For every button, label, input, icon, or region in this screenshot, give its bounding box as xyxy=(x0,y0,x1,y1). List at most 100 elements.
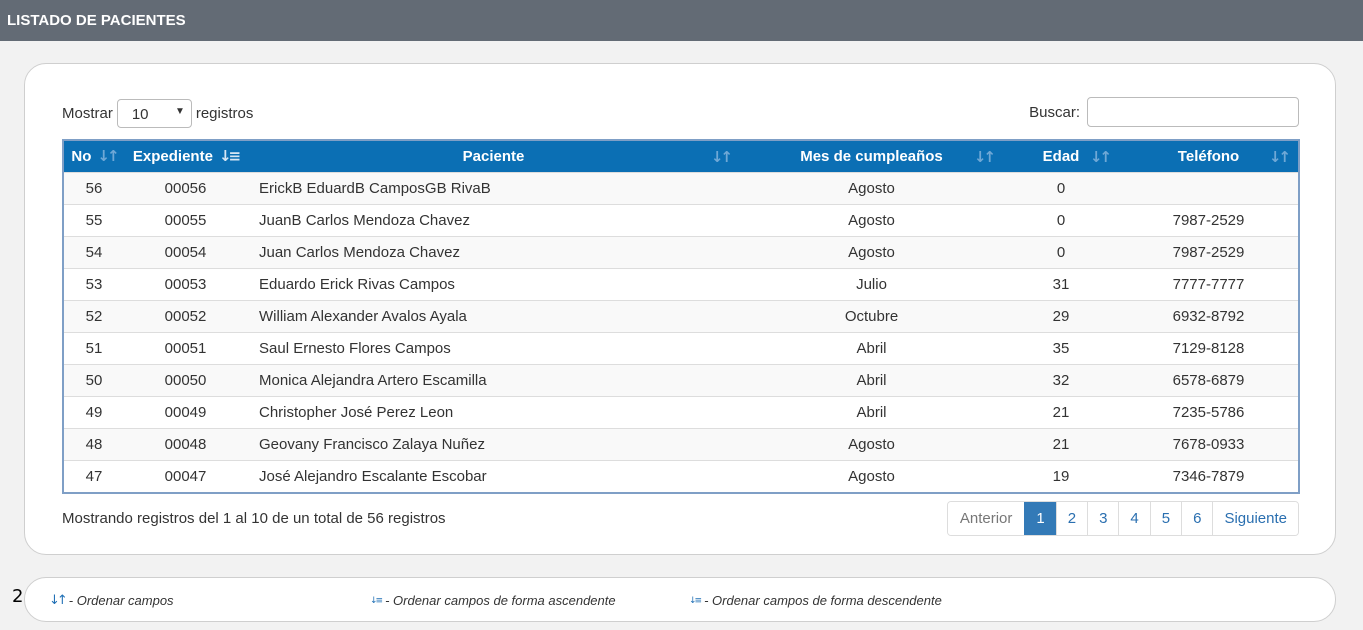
page-button-5[interactable]: 5 xyxy=(1149,502,1182,535)
patients-panel: Mostrar 10 ▼ registros Buscar: No ↓↑ Exped… xyxy=(24,63,1336,555)
page-header: LISTADO DE PACIENTES xyxy=(0,0,1363,41)
cell-paciente: Christopher José Perez Leon xyxy=(247,395,740,428)
cell-mes: Abril xyxy=(740,331,1003,364)
cell-edad: 35 xyxy=(1003,331,1119,364)
table-header-row: No ↓↑ Expediente ↓≡ Paciente ↓↑ Mes de cumplea… xyxy=(64,141,1298,172)
cell-edad: 0 xyxy=(1003,235,1119,268)
cell-telefono: 7678-0933 xyxy=(1119,427,1298,460)
page-size-control: Mostrar 10 ▼ registros xyxy=(62,99,253,128)
cell-edad: 0 xyxy=(1003,203,1119,236)
cell-edad: 19 xyxy=(1003,459,1119,492)
cell-no: 55 xyxy=(64,203,124,236)
cell-paciente: ErickB EduardB CamposGB RivaB xyxy=(247,171,740,204)
legend-desc: ↓≡ - Ordenar campos de forma descendente xyxy=(689,593,942,608)
cell-telefono: 7777-7777 xyxy=(1119,267,1298,300)
next-page-button[interactable]: Siguiente xyxy=(1212,502,1298,535)
sort-legend: ↓↑ - Ordenar campos ↓≡ - Ordenar campos … xyxy=(24,577,1336,622)
cell-edad: 31 xyxy=(1003,267,1119,300)
sort-icon: ↓↑ xyxy=(49,593,68,608)
cell-no: 54 xyxy=(64,235,124,268)
cell-paciente: William Alexander Avalos Ayala xyxy=(247,299,740,332)
page-button-3[interactable]: 3 xyxy=(1087,502,1119,535)
cell-paciente: Saul Ernesto Flores Campos xyxy=(247,331,740,364)
cell-mes: Abril xyxy=(740,395,1003,428)
cell-paciente: Juan Carlos Mendoza Chavez xyxy=(247,235,740,268)
search-control: Buscar: xyxy=(1029,97,1299,127)
search-input[interactable] xyxy=(1087,97,1299,127)
chevron-down-icon: ▼ xyxy=(174,106,185,117)
table-row[interactable]: 52 00052 William Alexander Avalos Ayala Oct… xyxy=(64,299,1298,332)
cell-expediente: 00048 xyxy=(124,427,247,460)
cell-expediente: 00051 xyxy=(124,331,247,364)
cell-paciente: Eduardo Erick Rivas Campos xyxy=(247,267,740,300)
prev-page-button[interactable]: Anterior xyxy=(947,502,1025,535)
cell-mes: Agosto xyxy=(740,235,1003,268)
table-row[interactable]: 47 00047 José Alejandro Escalante Escobar A… xyxy=(64,459,1298,492)
cell-expediente: 00050 xyxy=(124,363,247,396)
column-header-mes[interactable]: Mes de cumpleaños ↓↑ xyxy=(740,141,1003,172)
column-header-telefono[interactable]: Teléfono ↓↑ xyxy=(1119,141,1298,172)
cell-no: 48 xyxy=(64,427,124,460)
cell-telefono: 7235-5786 xyxy=(1119,395,1298,428)
column-header-label: Expediente xyxy=(132,148,213,166)
page-title: LISTADO DE PACIENTES xyxy=(7,12,186,29)
legend-desc-label: - Ordenar campos de forma descendente xyxy=(704,593,942,608)
cell-mes: Agosto xyxy=(740,459,1003,492)
cell-telefono: 6578-6879 xyxy=(1119,363,1298,396)
cell-paciente: Monica Alejandra Artero Escamilla xyxy=(247,363,740,396)
table-row[interactable]: 53 00053 Eduardo Erick Rivas Campos Julio 31… xyxy=(64,267,1298,300)
page-button-1[interactable]: 1 xyxy=(1024,502,1056,535)
table-row[interactable]: 56 00056 ErickB EduardB CamposGB RivaB Agos… xyxy=(64,171,1298,204)
column-header-label: Mes de cumpleaños xyxy=(800,147,943,165)
table-row[interactable]: 49 00049 Christopher José Perez Leon Abril 2… xyxy=(64,395,1298,428)
cell-mes: Octubre xyxy=(740,299,1003,332)
sort-icon: ↓↑ xyxy=(97,147,119,166)
page-button-4[interactable]: 4 xyxy=(1118,502,1150,535)
legend-asc: ↓≡ - Ordenar campos de forma ascendente xyxy=(370,593,616,608)
table-row[interactable]: 50 00050 Monica Alejandra Artero Escamilla… xyxy=(64,363,1298,396)
cell-expediente: 00047 xyxy=(124,459,247,492)
cell-paciente: José Alejandro Escalante Escobar xyxy=(247,459,740,492)
legend-sort: ↓↑ - Ordenar campos xyxy=(49,593,174,608)
cell-mes: Agosto xyxy=(740,427,1003,460)
sort-ascending-icon: ↓≡ xyxy=(370,595,383,606)
cell-telefono: 7987-2529 xyxy=(1119,235,1298,268)
column-header-label: Edad xyxy=(1042,147,1080,165)
records-label: registros xyxy=(195,105,254,122)
column-header-label: Teléfono xyxy=(1177,147,1240,165)
cell-telefono: 7987-2529 xyxy=(1119,203,1298,236)
page-size-select[interactable]: 10 ▼ xyxy=(116,99,192,128)
cell-mes: Abril xyxy=(740,363,1003,396)
cell-no: 53 xyxy=(64,267,124,300)
column-header-paciente[interactable]: Paciente ↓↑ xyxy=(247,141,740,172)
table-row[interactable]: 54 00054 Juan Carlos Mendoza Chavez Agosto 0… xyxy=(64,235,1298,268)
cell-no: 49 xyxy=(64,395,124,428)
legend-asc-label: - Ordenar campos de forma ascendente xyxy=(385,593,616,608)
annotation-marker-2: 2 xyxy=(12,586,24,607)
cell-mes: Agosto xyxy=(740,171,1003,204)
cell-paciente: Geovany Francisco Zalaya Nuñez xyxy=(247,427,740,460)
sort-icon: ↓↑ xyxy=(1089,148,1112,166)
cell-no: 52 xyxy=(64,299,124,332)
sort-icon: ↓↑ xyxy=(1268,148,1291,166)
column-header-expediente[interactable]: Expediente ↓≡ xyxy=(124,141,247,172)
patients-table: No ↓↑ Expediente ↓≡ Paciente ↓↑ Mes de cumplea… xyxy=(62,139,1300,494)
cell-expediente: 00049 xyxy=(124,395,247,428)
sort-descending-icon: ↓≡ xyxy=(218,147,241,166)
sort-icon: ↓↑ xyxy=(710,148,733,166)
cell-no: 47 xyxy=(64,459,124,492)
cell-edad: 32 xyxy=(1003,363,1119,396)
sort-icon: ↓↑ xyxy=(973,148,996,166)
table-row[interactable]: 55 00055 JuanB Carlos Mendoza Chavez Agosto… xyxy=(64,203,1298,236)
table-row[interactable]: 51 00051 Saul Ernesto Flores Campos Abril 35… xyxy=(64,331,1298,364)
table-row[interactable]: 48 00048 Geovany Francisco Zalaya Nuñez Ago… xyxy=(64,427,1298,460)
page-button-6[interactable]: 6 xyxy=(1181,502,1213,535)
page-button-2[interactable]: 2 xyxy=(1055,502,1088,535)
search-label: Buscar: xyxy=(1029,103,1080,121)
cell-telefono: 6932-8792 xyxy=(1119,299,1298,332)
column-header-edad[interactable]: Edad ↓↑ xyxy=(1003,141,1119,172)
column-header-no[interactable]: No ↓↑ xyxy=(64,141,124,172)
cell-mes: Julio xyxy=(740,267,1003,300)
cell-telefono: 7346-7879 xyxy=(1119,459,1298,492)
cell-expediente: 00053 xyxy=(124,267,247,300)
